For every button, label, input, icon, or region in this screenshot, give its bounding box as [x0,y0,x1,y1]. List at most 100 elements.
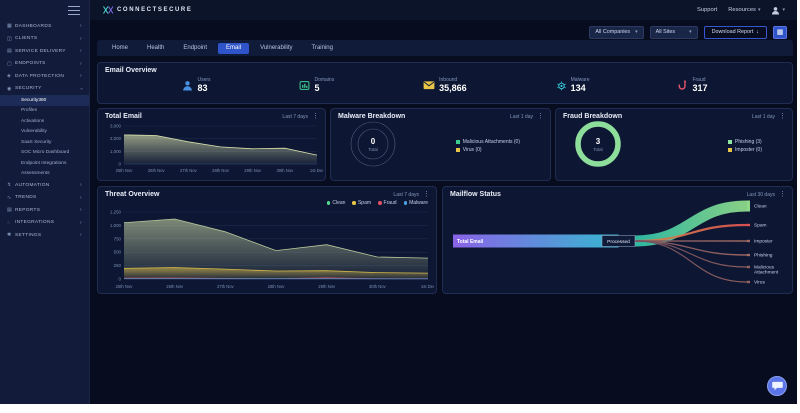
sidebar-item-reports[interactable]: ▤REPORTS › [0,204,89,217]
inbound-envelope-icon [423,80,435,90]
stat-malware: Malware 134 [556,77,590,93]
sankey-target-label: Phishing [754,253,773,259]
threat-legend: CleanSpamFraudMalware [327,200,428,206]
sidebar-item-label: CLIENTS [15,36,37,41]
email-overview-card: Email Overview Users 83 Domains 5 [97,62,793,104]
page-title: Email Overview [105,67,157,74]
sidebar-item-label: INTEGRATIONS [15,220,54,225]
chat-fab-button[interactable] [767,376,787,396]
sidebar-item-label: DASHBOARDS [15,24,52,29]
chevron-down-icon: › [78,88,84,90]
sidebar-subitem-activations[interactable]: Activations [0,116,89,127]
legend-item-imposter-0: Imposter (0) [728,147,762,153]
svg-text:25th Nov: 25th Nov [116,168,134,173]
sidebar-item-settings[interactable]: ✱SETTINGS› [0,229,89,242]
settings-icon: ✱ [7,232,15,238]
svg-text:500: 500 [114,250,122,255]
sankey-mid-label: Processed [607,239,630,245]
chevron-right-icon: › [80,207,82,213]
card-menu-button[interactable]: ⋮ [423,191,430,198]
sidebar-item-dashboards[interactable]: ▦DASHBOARDS› [0,20,89,33]
resources-menu[interactable]: Resources ▾ [728,7,760,13]
tab-vulnerability[interactable]: Vulnerability [252,43,300,54]
sidebar-subitem-profiles[interactable]: Profiles [0,106,89,117]
tab-training[interactable]: Training [304,43,341,54]
trends-icon: ∿ [7,195,15,201]
card-period-label: Last 7 days [393,192,419,198]
tab-home[interactable]: Home [104,43,136,54]
user-avatar-icon [771,6,780,15]
topbar: CONNECTSECURE Support Resources ▾ ▾ [90,0,797,20]
card-menu-button[interactable]: ⋮ [779,191,786,198]
tab-endpoint[interactable]: Endpoint [175,43,215,54]
reports-icon: ▤ [7,207,15,213]
svg-text:1st Dec: 1st Dec [310,168,323,173]
sidebar-item-label: TRENDS [15,195,37,200]
resources-label: Resources [728,7,756,13]
card-menu-button[interactable]: ⋮ [312,113,319,120]
service-delivery-icon: ▤ [7,48,15,54]
svg-text:26th Nov: 26th Nov [148,168,166,173]
dashboard-icon: ▦ [7,23,15,29]
sidebar-item-clients[interactable]: ◫CLIENTS› [0,33,89,46]
sidebar-item-security[interactable]: ◉SECURITY› [0,83,89,96]
chat-icon [772,381,783,391]
sidebar-item-label: REPORTS [15,208,40,213]
legend-dot [327,201,331,205]
sidebar-subitem-assessments[interactable]: Assessments [0,169,89,180]
legend-swatch [456,148,460,152]
sites-select[interactable]: All Sites ▾ [650,26,698,39]
tab-health[interactable]: Health [139,43,172,54]
card-period-label: Last 7 days [282,114,308,120]
sidebar-collapse-button[interactable] [68,6,80,15]
app-window: ▦DASHBOARDS›◫CLIENTS›▤SERVICE DELIVERY›▢… [0,0,797,404]
sidebar-subitem-endpoint-integrations[interactable]: Endpoint Integrations [0,158,89,169]
legend-item-fraud: Fraud [378,200,397,206]
sidebar-item-endpoints[interactable]: ▢ENDPOINTS› [0,58,89,71]
sidebar-nav: ▦DASHBOARDS›◫CLIENTS›▤SERVICE DELIVERY›▢… [0,20,89,242]
companies-select[interactable]: All Companies ▾ [589,26,643,39]
svg-text:0: 0 [119,162,122,167]
legend-item-spam: Spam [352,200,371,206]
malware-donut-chart: 0Total [331,118,399,175]
chevron-right-icon: › [80,36,82,42]
user-menu[interactable]: ▾ [771,6,785,15]
svg-text:27th Nov: 27th Nov [180,168,198,173]
chevron-right-icon: › [80,220,82,226]
chevron-down-icon: ▾ [635,29,638,35]
sidebar-subitem-saas-security[interactable]: SaaS Security [0,137,89,148]
stats-row: Users 83 Domains 5 Inbound [98,77,792,93]
legend-item-clean: Clean [327,200,346,206]
sidebar-item-trends[interactable]: ∿TRENDS› [0,192,89,205]
chevron-right-icon: › [80,232,82,238]
chevron-right-icon: › [80,73,82,79]
svg-text:30th Nov: 30th Nov [369,284,387,289]
sidebar-subitem-vulnerability[interactable]: Vulnerability [0,127,89,138]
sankey-target-label: Clean [754,204,767,210]
tab-email[interactable]: Email [218,43,249,54]
fraud-breakdown-card: Fraud Breakdown Last 1 day ⋮ 3Total Phis… [555,108,793,181]
svg-text:0: 0 [371,137,376,146]
card-title: Total Email [105,113,142,120]
sidebar-item-data-protection[interactable]: ◈DATA PROTECTION› [0,70,89,83]
card-menu-button[interactable]: ⋮ [537,113,544,120]
sidebar-item-label: AUTOMATION [15,183,50,188]
svg-text:26th Nov: 26th Nov [166,284,184,289]
svg-text:3,000: 3,000 [110,124,122,129]
apps-icon: ▦ [777,29,784,36]
sidebar-subitem-security360[interactable]: Security360 [0,95,89,106]
support-link[interactable]: Support [697,7,717,13]
legend-dot [378,201,382,205]
svg-text:30th Nov: 30th Nov [276,168,294,173]
chevron-down-icon: ▾ [782,7,785,13]
mailflow-status-card: Mailflow Status Last 30 days ⋮ CleanSpam… [442,186,793,294]
sidebar-subitem-soc-micro-dashboard[interactable]: SOC Micro Dashboard [0,148,89,159]
brand-logo-icon [103,6,114,14]
download-report-button[interactable]: Download Report ↓ [704,26,767,39]
sidebar-item-service-delivery[interactable]: ▤SERVICE DELIVERY› [0,45,89,58]
sidebar-item-automation[interactable]: ↯AUTOMATION› [0,179,89,192]
threat-overview-card: Threat Overview Last 7 days ⋮ CleanSpamF… [97,186,437,294]
apps-button[interactable]: ▦ [773,26,787,39]
card-menu-button[interactable]: ⋮ [779,113,786,120]
sidebar-item-integrations[interactable]: ◌INTEGRATIONS› [0,217,89,230]
